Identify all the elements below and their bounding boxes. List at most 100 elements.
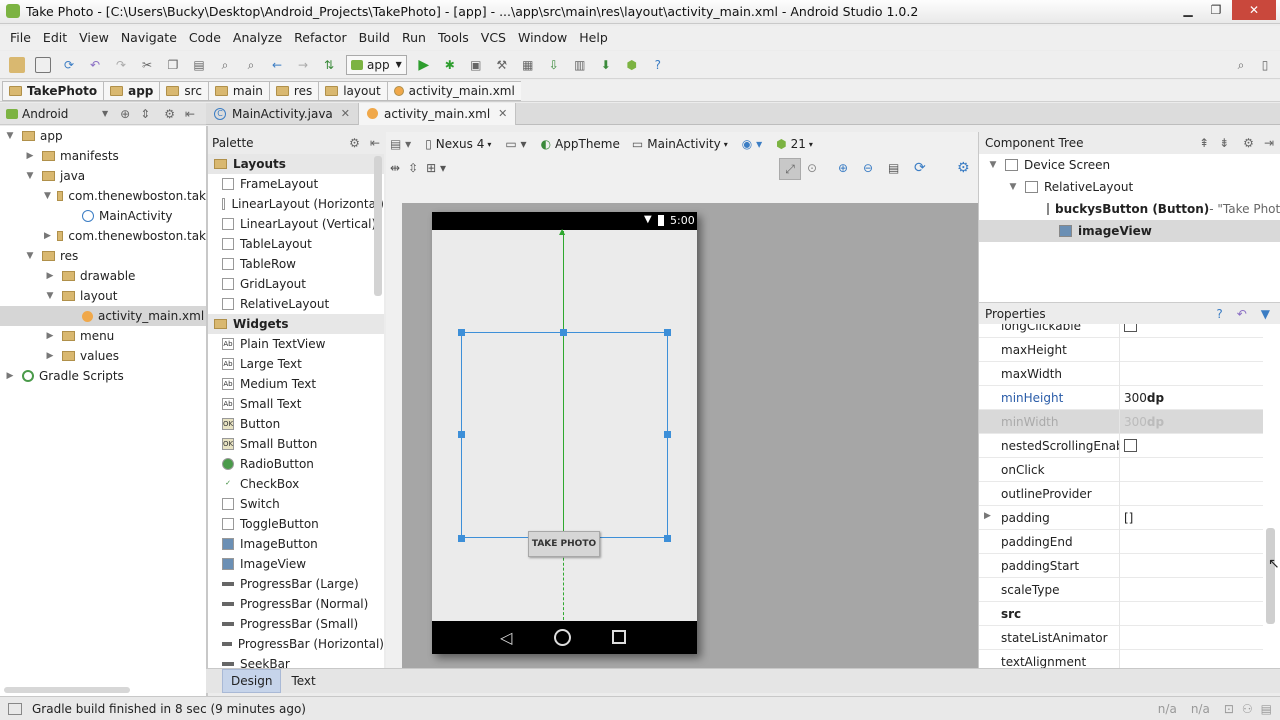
zoom-actual-icon[interactable]: ⊙ — [807, 161, 817, 175]
screenshot-icon[interactable]: ▤ — [888, 161, 899, 175]
tree-item[interactable]: MainActivity — [0, 206, 206, 226]
project-view-selector[interactable]: Android — [22, 107, 102, 121]
property-row[interactable]: minHeight 300dp — [979, 385, 1263, 410]
collapse-icon[interactable]: ⇕ — [140, 107, 150, 121]
device-selector[interactable]: Nexus 4 — [436, 137, 485, 151]
settings-icon[interactable]: ▦ — [520, 57, 536, 73]
save-icon[interactable] — [35, 56, 51, 73]
tree-item[interactable]: ▼ com.thenewboston.tak — [0, 186, 206, 206]
tree-item[interactable]: ▶ drawable — [0, 266, 206, 286]
tree-item[interactable]: ▼ res — [0, 246, 206, 266]
gear-icon[interactable]: ⚙ — [957, 160, 970, 176]
cut-icon[interactable]: ✂ — [139, 57, 155, 73]
resize-handle[interactable] — [664, 431, 671, 438]
resize-handle[interactable] — [458, 431, 465, 438]
property-row[interactable]: stateListAnimator — [979, 625, 1263, 650]
help-icon[interactable]: ? — [650, 57, 666, 73]
menu-item-help[interactable]: Help — [573, 26, 614, 50]
checkbox[interactable] — [1124, 324, 1137, 332]
expanded-arrow-icon[interactable]: ▼ — [44, 291, 56, 301]
property-value[interactable] — [1119, 529, 1263, 554]
palette-item[interactable]: RadioButton — [208, 454, 384, 474]
palette-item[interactable]: OK Small Button — [208, 434, 384, 454]
design-tab[interactable]: Design — [222, 669, 282, 693]
collapsed-arrow-icon[interactable]: ▶ — [44, 271, 56, 281]
sync-icon[interactable]: ⟳ — [61, 57, 77, 73]
palette-item[interactable]: RelativeLayout — [208, 294, 384, 314]
palette-item[interactable]: ImageView — [208, 554, 384, 574]
chevron-down-icon[interactable]: ▼ — [102, 109, 108, 118]
menu-item-file[interactable]: File — [4, 26, 37, 50]
breadcrumb-item[interactable]: main — [207, 80, 269, 101]
fit-width-icon[interactable]: ⇹ — [390, 161, 400, 175]
component-tree-item[interactable]: imageView — [979, 220, 1280, 242]
replace-icon[interactable]: ⌕ — [243, 57, 259, 73]
palette-item[interactable]: Ab Large Text — [208, 354, 384, 374]
tree-item[interactable]: ▼ java — [0, 166, 206, 186]
filter-icon[interactable]: ▼ — [1261, 303, 1270, 325]
property-row[interactable]: onClick — [979, 457, 1263, 482]
collapsed-arrow-icon[interactable]: ▶ — [44, 331, 56, 341]
property-row[interactable]: nestedScrollingEnabled — [979, 433, 1263, 458]
property-row[interactable]: minWidth 300dp — [979, 409, 1263, 434]
minimize-button[interactable]: ▁ — [1175, 0, 1201, 20]
expanded-arrow-icon[interactable]: ▼ — [24, 171, 36, 181]
breadcrumb-item[interactable]: TakePhoto — [2, 80, 104, 101]
property-row[interactable]: scaleType — [979, 577, 1263, 602]
hide-panel-icon[interactable]: ⇤ — [185, 107, 195, 121]
property-row[interactable]: maxWidth — [979, 361, 1263, 386]
checkbox[interactable] — [1124, 438, 1137, 452]
property-value[interactable] — [1119, 457, 1263, 482]
menu-item-tools[interactable]: Tools — [432, 26, 475, 50]
menu-item-edit[interactable]: Edit — [37, 26, 73, 50]
sync-gradle-icon[interactable]: ⇩ — [546, 57, 562, 73]
layout-variant-icon[interactable]: ▤ ▾ — [390, 137, 411, 151]
locale-icon[interactable]: ◉ ▾ — [742, 137, 762, 151]
property-row[interactable]: src — [979, 601, 1263, 626]
tree-item[interactable]: ▼ layout — [0, 286, 206, 306]
property-value[interactable] — [1119, 577, 1263, 602]
help-icon[interactable]: ? — [1216, 303, 1222, 325]
palette-item[interactable]: TableLayout — [208, 234, 384, 254]
tree-item[interactable]: ▼ app — [0, 126, 206, 146]
component-tree-item[interactable]: ▼ RelativeLayout — [979, 176, 1280, 198]
menu-item-vcs[interactable]: VCS — [475, 26, 512, 50]
attach-debugger-icon[interactable]: ▣ — [468, 57, 484, 73]
menu-item-analyze[interactable]: Analyze — [227, 26, 288, 50]
tree-item[interactable]: activity_main.xml — [0, 306, 206, 326]
property-row[interactable]: paddingStart — [979, 553, 1263, 578]
palette-item[interactable]: ProgressBar (Normal) — [208, 594, 384, 614]
event-log-icon[interactable]: ▤ — [1261, 702, 1272, 716]
palette-item[interactable]: ProgressBar (Small) — [208, 614, 384, 634]
tree-item[interactable]: ▶ manifests — [0, 146, 206, 166]
resize-handle[interactable] — [664, 329, 671, 336]
imageview-selection[interactable] — [461, 332, 668, 538]
fit-height-icon[interactable]: ⇳ — [408, 161, 418, 175]
tool-windows-icon[interactable] — [8, 702, 22, 715]
horizontal-scrollbar[interactable] — [4, 687, 130, 693]
close-icon[interactable]: ✕ — [498, 107, 507, 120]
project-structure-icon[interactable]: ⚒ — [494, 57, 510, 73]
breadcrumb-item[interactable]: res — [268, 80, 319, 101]
editor-tab[interactable]: activity_main.xml ✕ — [359, 102, 517, 125]
tree-item[interactable]: ▶ Gradle Scripts — [0, 366, 206, 386]
expanded-arrow-icon[interactable]: ▼ — [1007, 182, 1019, 192]
toggle-zoom-icon[interactable]: ⤢ — [779, 158, 801, 180]
expanded-arrow-icon[interactable]: ▼ — [4, 131, 16, 141]
debug-icon[interactable]: ✱ — [442, 57, 458, 73]
android-device-monitor-icon[interactable]: ⬢ — [624, 57, 640, 73]
zoom-out-icon[interactable]: ⊖ — [863, 161, 873, 175]
property-row[interactable]: outlineProvider — [979, 481, 1263, 506]
property-value[interactable] — [1119, 601, 1263, 626]
property-value[interactable]: 300dp — [1119, 409, 1263, 434]
tree-item[interactable]: ▶ values — [0, 346, 206, 366]
take-photo-button-preview[interactable]: TAKE PHOTO — [528, 531, 600, 557]
redo-icon[interactable]: ↷ — [113, 57, 129, 73]
copy-icon[interactable]: ❐ — [165, 57, 181, 73]
api-level-selector[interactable]: 21 — [791, 137, 806, 151]
palette-item[interactable]: OK Button — [208, 414, 384, 434]
property-value[interactable]: 300dp — [1119, 385, 1263, 410]
chevron-down-icon[interactable]: ▾ — [724, 140, 728, 149]
menu-item-view[interactable]: View — [73, 26, 115, 50]
component-tree-item[interactable]: ▼ Device Screen — [979, 154, 1280, 176]
